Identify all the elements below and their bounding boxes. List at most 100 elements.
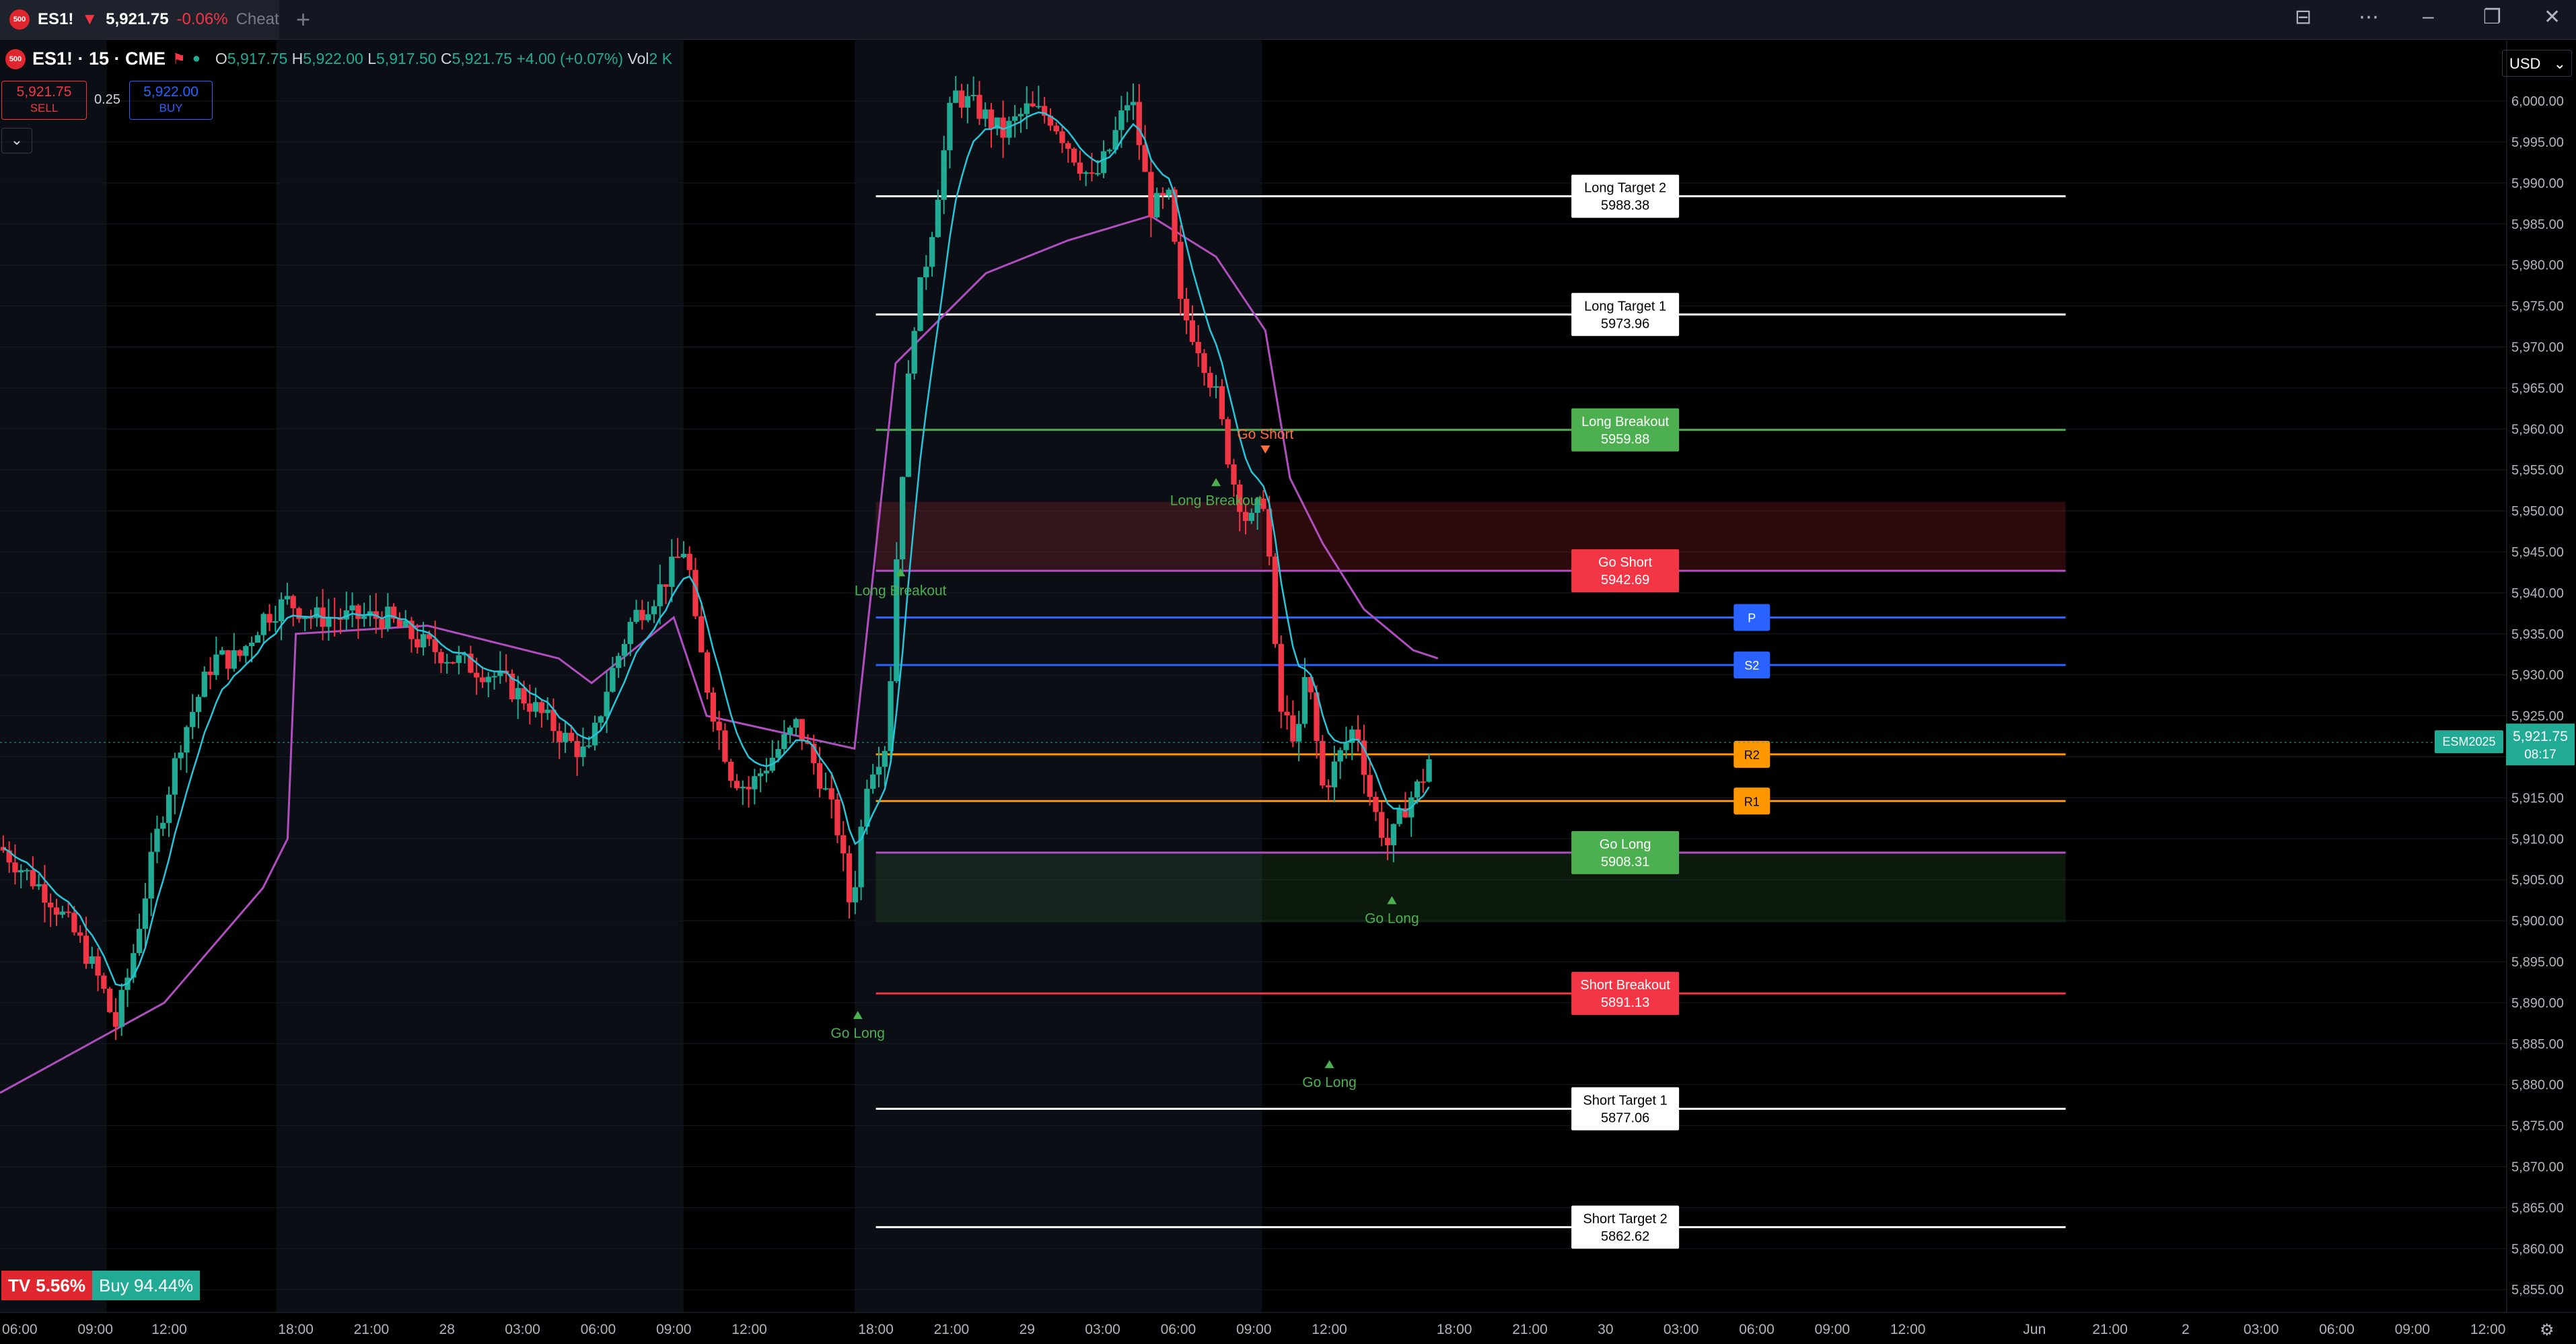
candle-body	[657, 584, 663, 606]
price-tick-label: 5,915.00	[2511, 791, 2564, 806]
candle-body	[1301, 676, 1308, 724]
candle-body	[870, 774, 876, 789]
candle-body	[1242, 511, 1249, 522]
signal-label: Long Breakout	[855, 583, 947, 598]
time-tick-label: 2	[2182, 1322, 2190, 1337]
time-tick-label: 03:00	[1085, 1322, 1120, 1337]
buy-button[interactable]: 5,922.00 BUY	[129, 81, 213, 120]
currency-select[interactable]: USD ⌄	[2502, 50, 2572, 77]
sentiment-widget[interactable]: TV 5.56% Buy 94.44%	[1, 1271, 201, 1300]
candle-body	[710, 693, 716, 722]
level-label-name: Short Breakout	[1580, 978, 1670, 993]
candle-body	[964, 96, 971, 108]
candle-body	[1154, 192, 1160, 217]
price-tick-label: 5,895.00	[2511, 955, 2564, 970]
candle-body	[1006, 120, 1012, 138]
candle-body	[1030, 103, 1036, 107]
candle-body	[142, 898, 149, 929]
candle-body	[474, 672, 480, 678]
time-tick-label: 30	[1598, 1322, 1613, 1337]
chevron-down-icon[interactable]: ⌄	[1, 128, 32, 153]
candle-body	[852, 887, 858, 903]
candle-body	[1248, 512, 1254, 522]
countdown-value: 08:17	[2524, 748, 2556, 762]
candle-body	[1159, 192, 1166, 196]
price-tick-label: 5,970.00	[2511, 341, 2564, 355]
candle-body	[213, 654, 219, 676]
buy-sentiment: Buy 94.44%	[92, 1271, 201, 1300]
price-tick-label: 5,905.00	[2511, 873, 2564, 888]
candle-body	[627, 621, 633, 644]
candle-body	[1384, 837, 1391, 845]
candle-body	[598, 716, 604, 723]
candle-body	[112, 1012, 119, 1027]
candle-body	[438, 651, 444, 664]
candle-body	[953, 90, 959, 103]
candle-body	[988, 109, 995, 129]
sell-button[interactable]: 5,921.75 SELL	[1, 81, 87, 120]
candle-body	[982, 109, 989, 119]
candle-body	[775, 748, 781, 758]
candle-body	[160, 822, 166, 829]
candle-body	[1106, 149, 1112, 151]
new-tab-icon[interactable]: +	[296, 5, 310, 34]
candle-body	[544, 709, 550, 713]
candle-body	[787, 728, 793, 734]
price-tick-label: 5,910.00	[2511, 832, 2564, 847]
session-band	[106, 40, 277, 1312]
candle-body	[521, 688, 527, 704]
flag-icon[interactable]: ⚑	[172, 50, 186, 68]
layout-icon[interactable]: ⊟	[2295, 5, 2312, 29]
chart-tab[interactable]: 500 ES1! ▼ 5,921.75 -0.06% Cheat	[0, 0, 279, 39]
time-tick-label: 18:00	[278, 1322, 314, 1337]
candle-body	[822, 788, 829, 790]
candle-body	[415, 639, 421, 647]
candle-body	[947, 102, 953, 151]
candle-body	[420, 634, 427, 647]
candle-body	[941, 150, 947, 200]
level-label-name: Long Breakout	[1581, 415, 1670, 429]
candle-body	[763, 771, 770, 774]
candle-body	[106, 989, 113, 1012]
time-tick-label: 12:00	[2470, 1322, 2506, 1337]
ohlc-values: O5,917.75 H5,922.00 L5,917.50 C5,921.75 …	[215, 50, 672, 67]
time-tick-label: 12:00	[1312, 1322, 1347, 1337]
contract-tag-label: ESM2025	[2442, 735, 2495, 748]
time-tick-label: 29	[1019, 1322, 1035, 1337]
candle-body	[527, 703, 533, 712]
candle-body	[12, 862, 18, 873]
candle-body	[1278, 643, 1284, 712]
time-tick-label: 21:00	[2092, 1322, 2128, 1337]
candle-body	[1320, 740, 1326, 786]
price-tick-label: 5,885.00	[2511, 1037, 2564, 1052]
candle-body	[1189, 320, 1196, 342]
candle-body	[485, 676, 491, 682]
candle-body	[355, 605, 361, 619]
price-chart[interactable]: Long Target 2 5988.38 Long Target 1 5973.96…	[0, 40, 2576, 1344]
candle-body	[77, 932, 83, 936]
candle-body	[290, 596, 296, 608]
level-label-value: 5908.31	[1601, 855, 1649, 870]
level-label-value: 5877.06	[1601, 1111, 1649, 1126]
candle-body	[118, 989, 124, 1027]
candle-body	[1325, 785, 1332, 787]
more-icon[interactable]: ⋯	[2359, 5, 2379, 29]
candle-body	[781, 734, 787, 749]
candle-body	[1373, 797, 1379, 812]
time-tick-label: 28	[439, 1322, 455, 1337]
candle-body	[166, 794, 172, 823]
candle-body	[716, 721, 722, 731]
close-icon[interactable]: ✕	[2544, 5, 2561, 29]
minimize-icon[interactable]: –	[2423, 5, 2434, 28]
candle-body	[651, 606, 657, 614]
candle-body	[846, 853, 853, 903]
level-label-value: 5988.38	[1601, 199, 1649, 213]
restore-icon[interactable]: ❐	[2483, 5, 2501, 29]
candle-body	[48, 903, 54, 908]
candle-body	[911, 330, 917, 374]
price-tick-label: 5,990.00	[2511, 176, 2564, 191]
candle-body	[444, 662, 450, 664]
candle-body	[752, 776, 758, 789]
candle-body	[574, 740, 580, 757]
time-tick-label: 06:00	[581, 1322, 616, 1337]
